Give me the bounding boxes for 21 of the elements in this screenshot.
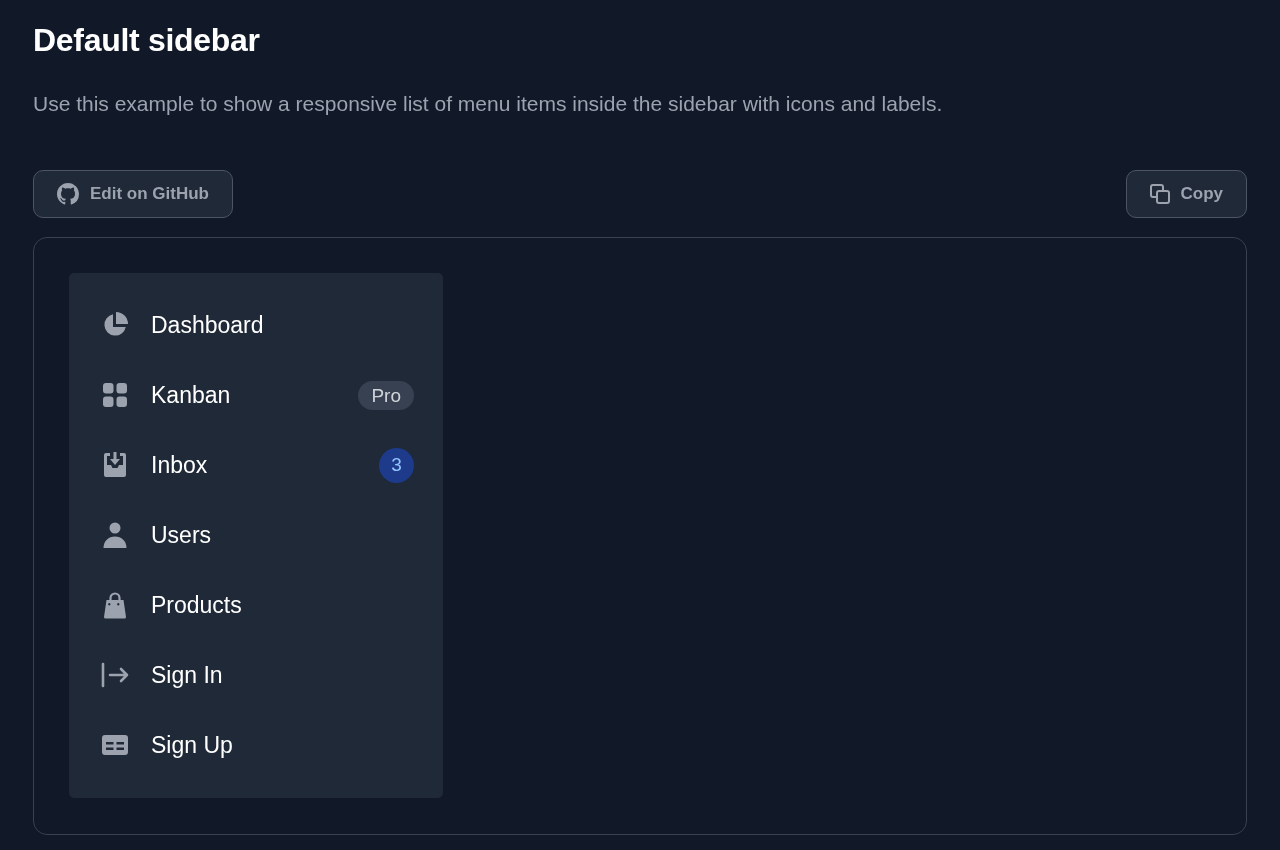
sidebar-item[interactable]: Dashboard <box>85 290 427 360</box>
shopping-bag-icon <box>101 591 129 619</box>
grid-icon <box>101 381 129 409</box>
sidebar-item[interactable]: Kanban Pro <box>85 360 427 430</box>
page-description: Use this example to show a responsive list of menu items inside the sidebar with icons and labels. <box>33 91 944 117</box>
inbox-download-icon <box>101 451 129 479</box>
sidebar-item[interactable]: Sign In <box>85 640 427 710</box>
pie-chart-icon <box>101 311 129 339</box>
tag-badge: Pro <box>358 380 414 410</box>
sidebar-item[interactable]: Inbox 3 <box>85 430 427 500</box>
user-icon <box>101 521 129 549</box>
github-icon <box>57 183 79 205</box>
count-badge: 3 <box>379 447 414 483</box>
sidebar-item[interactable]: Products <box>85 570 427 640</box>
copy-icon <box>1149 184 1170 204</box>
copy-button[interactable]: Copy <box>1125 170 1247 218</box>
arrow-to-right-icon <box>101 661 129 689</box>
page-title: Default sidebar <box>33 21 261 60</box>
sidebar-item[interactable]: Sign Up <box>85 710 427 780</box>
sidebar-item[interactable]: Users <box>85 500 427 570</box>
edit-on-github-button[interactable]: Edit on GitHub <box>33 170 233 218</box>
